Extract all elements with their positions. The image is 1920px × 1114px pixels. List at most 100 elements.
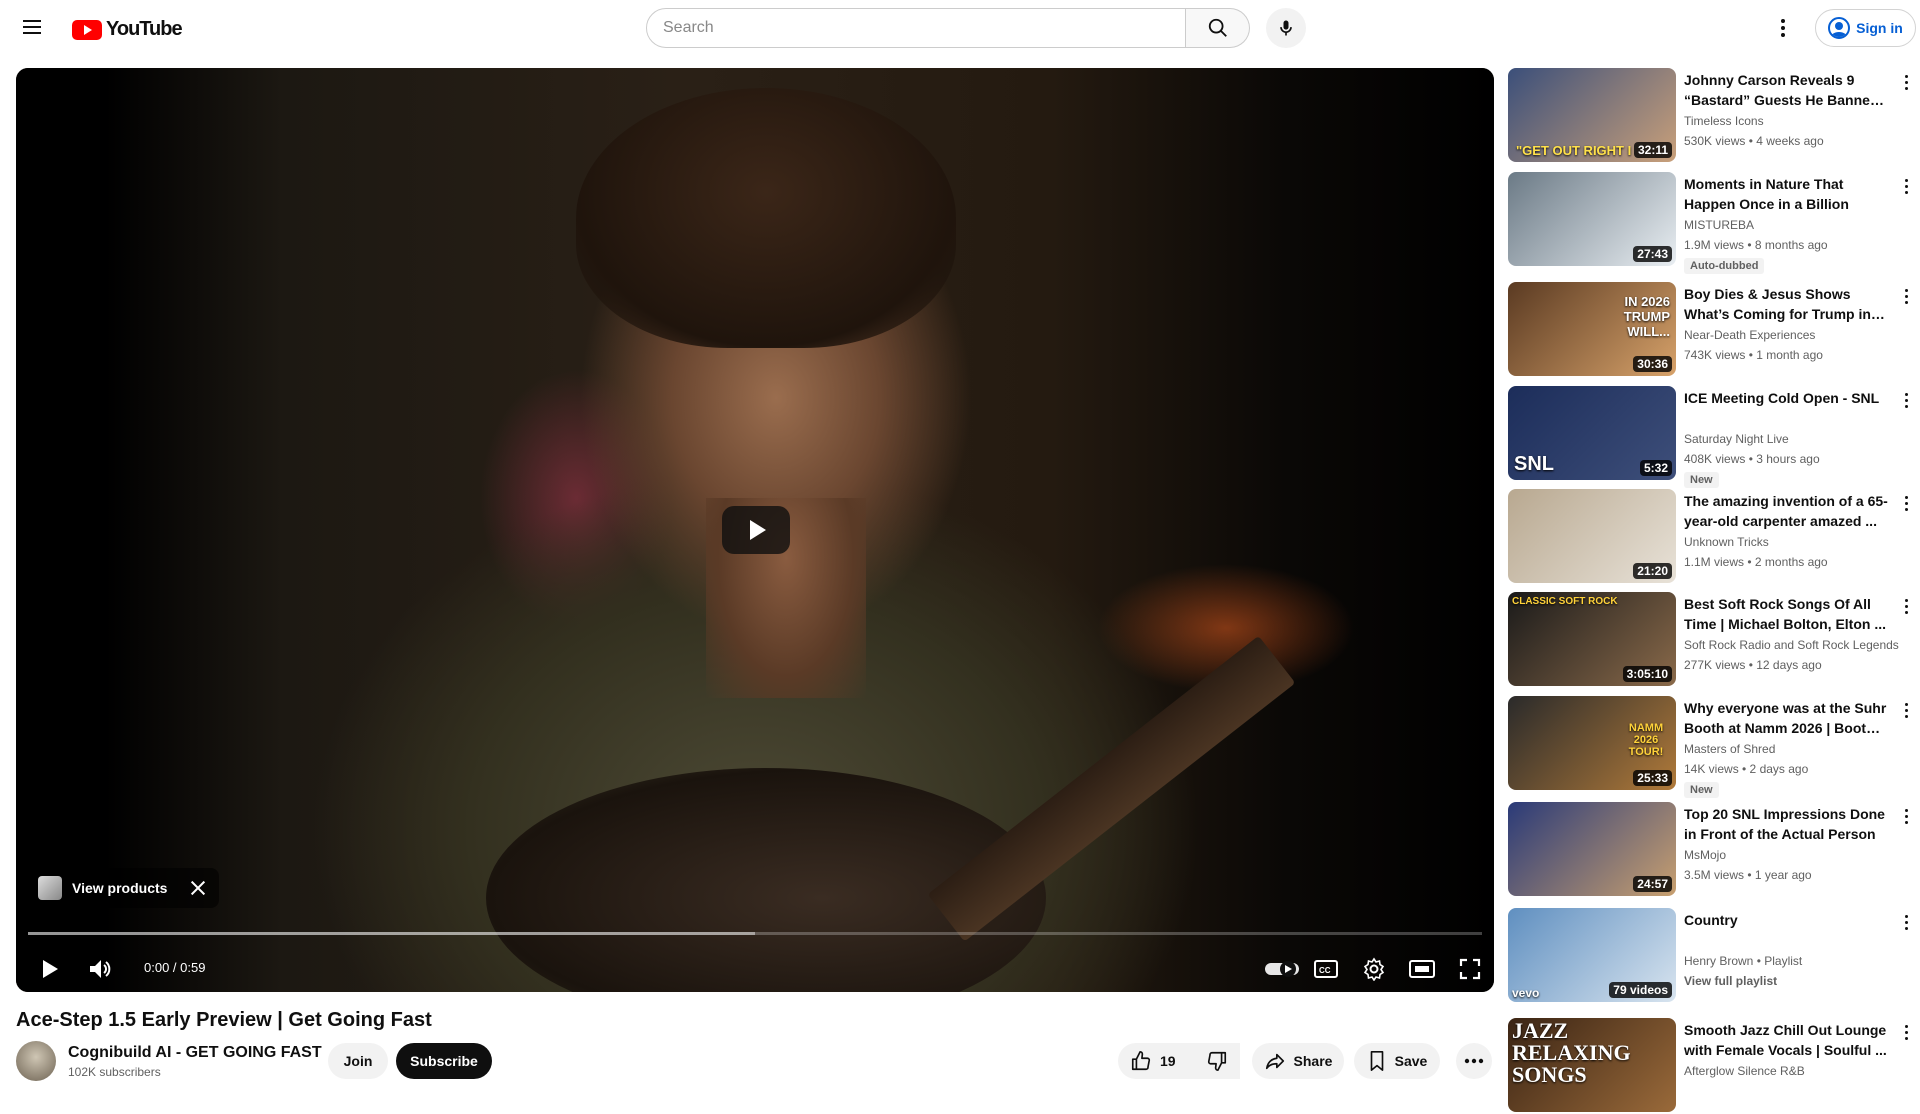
recommended-video[interactable]: 21:20 The amazing invention of a 65-year-… — [1508, 489, 1920, 585]
close-icon[interactable] — [189, 879, 207, 897]
video-thumbnail[interactable]: CLASSIC SOFT ROCK 3:05:10 — [1508, 592, 1676, 686]
duration-badge: 27:43 — [1633, 246, 1672, 262]
share-button[interactable]: Share — [1252, 1043, 1344, 1079]
autoplay-toggle[interactable] — [1260, 946, 1304, 992]
menu-icon[interactable] — [20, 16, 44, 40]
recommended-channel-name[interactable]: MsMojo — [1684, 848, 1726, 862]
duration-badge: 30:36 — [1633, 356, 1672, 372]
search-input[interactable] — [646, 8, 1186, 48]
volume-button[interactable] — [80, 946, 120, 992]
save-button[interactable]: Save — [1354, 1043, 1440, 1079]
dislike-button[interactable] — [1194, 1043, 1240, 1079]
more-vertical-icon[interactable] — [1896, 700, 1916, 720]
recommended-channel-name[interactable]: Unknown Tricks — [1684, 535, 1769, 549]
video-metadata: 1.1M views • 2 months ago — [1684, 555, 1828, 569]
sign-in-button[interactable]: Sign in — [1815, 9, 1916, 47]
duration-badge: 21:20 — [1633, 563, 1672, 579]
recommended-video[interactable]: 24:57 Top 20 SNL Impressions Done in Fron… — [1508, 802, 1920, 898]
theater-mode-button[interactable] — [1402, 946, 1442, 992]
recommended-channel-name[interactable]: Soft Rock Radio and Soft Rock Legends — [1684, 638, 1899, 652]
recommended-video-title[interactable]: Moments in Nature That Happen Once in a … — [1684, 174, 1888, 214]
video-player[interactable]: View products 0:00 / 0:59 CC — [16, 68, 1494, 992]
youtube-logo-icon — [72, 19, 102, 40]
recommended-video[interactable]: NAMM 2026 TOUR! 25:33 Why everyone was at … — [1508, 696, 1920, 798]
view-products-chip[interactable]: View products — [28, 868, 220, 908]
search-button[interactable] — [1186, 8, 1250, 48]
recommended-channel-name[interactable]: Saturday Night Live — [1684, 432, 1789, 446]
autoplay-toggle-icon — [1265, 961, 1299, 977]
video-thumbnail[interactable]: 21:20 — [1508, 489, 1676, 583]
more-vertical-icon[interactable] — [1896, 390, 1916, 410]
video-badge: New — [1684, 782, 1719, 798]
recommended-channel-name[interactable]: Near-Death Experiences — [1684, 328, 1815, 342]
video-thumbnail[interactable]: "GET OUT RIGHT I 32:11 — [1508, 68, 1676, 162]
duration-badge: 32:11 — [1633, 142, 1672, 158]
recommended-video-title[interactable]: Why everyone was at the Suhr Booth at Na… — [1684, 698, 1888, 738]
recommended-channel-name[interactable]: Henry Brown • Playlist — [1684, 954, 1802, 968]
video-metadata: 408K views • 3 hours ago — [1684, 452, 1820, 466]
more-vertical-icon[interactable] — [1896, 493, 1916, 513]
more-vertical-icon[interactable] — [1896, 286, 1916, 306]
captions-icon: CC — [1314, 960, 1338, 978]
more-vertical-icon[interactable] — [1896, 176, 1916, 196]
fullscreen-button[interactable] — [1450, 946, 1490, 992]
bookmark-icon — [1370, 1051, 1383, 1071]
youtube-logo[interactable]: YouTube — [72, 18, 183, 41]
video-thumbnail[interactable]: JAZZ RELAXING SONGS — [1508, 1018, 1676, 1112]
view-products-label: View products — [72, 880, 168, 896]
join-button[interactable]: Join — [328, 1043, 388, 1079]
more-vertical-icon[interactable] — [1896, 1022, 1916, 1042]
more-vertical-icon[interactable] — [1896, 72, 1916, 92]
recommended-channel-name[interactable]: Timeless Icons — [1684, 114, 1764, 128]
captions-button[interactable]: CC — [1306, 946, 1346, 992]
more-vertical-icon[interactable] — [1896, 806, 1916, 826]
video-metadata: 743K views • 1 month ago — [1684, 348, 1823, 362]
recommended-video-title[interactable]: Johnny Carson Reveals 9 “Bastard” Guests… — [1684, 70, 1888, 110]
thumbnail-text: IN 2026 TRUMP WILL... — [1623, 294, 1670, 339]
recommended-video-title[interactable]: Best Soft Rock Songs Of All Time | Micha… — [1684, 594, 1888, 634]
recommended-channel-name[interactable]: Afterglow Silence R&B — [1684, 1064, 1805, 1078]
gear-icon — [1363, 957, 1385, 981]
video-thumbnail[interactable]: vevo 79 videos — [1508, 908, 1676, 1002]
voice-search-button[interactable] — [1266, 8, 1306, 48]
recommended-video[interactable]: IN 2026 TRUMP WILL... 30:36 Boy Dies & Jes… — [1508, 282, 1920, 378]
thumbnail-text: vevo — [1512, 986, 1540, 1000]
recommended-video-title[interactable]: Smooth Jazz Chill Out Lounge with Female… — [1684, 1020, 1888, 1060]
large-play-button[interactable] — [722, 506, 790, 554]
view-playlist-link[interactable]: View full playlist — [1684, 974, 1777, 988]
video-badge: Auto-dubbed — [1684, 258, 1765, 274]
recommended-video-title[interactable]: Boy Dies & Jesus Shows What’s Coming for… — [1684, 284, 1888, 324]
share-label: Share — [1293, 1053, 1333, 1069]
recommended-video-title[interactable]: Top 20 SNL Impressions Done in Front of … — [1684, 804, 1888, 844]
progress-bar[interactable] — [28, 932, 1482, 935]
recommended-channel-name[interactable]: MISTUREBA — [1684, 218, 1754, 232]
recommended-video[interactable]: 27:43 Moments in Nature That Happen Once … — [1508, 172, 1920, 274]
channel-avatar[interactable] — [16, 1041, 56, 1081]
recommended-video[interactable]: "GET OUT RIGHT I 32:11 Johnny Carson Revea… — [1508, 68, 1920, 164]
recommended-video[interactable]: SNL 5:32 ICE Meeting Cold Open - SNL Saturd… — [1508, 386, 1920, 488]
recommended-video[interactable]: JAZZ RELAXING SONGS Smooth Jazz Chill Out… — [1508, 1018, 1920, 1114]
video-thumbnail[interactable]: IN 2026 TRUMP WILL... 30:36 — [1508, 282, 1676, 376]
more-actions-button[interactable] — [1456, 1043, 1492, 1079]
recommended-video-title[interactable]: ICE Meeting Cold Open - SNL — [1684, 388, 1888, 408]
more-vertical-icon[interactable] — [1896, 912, 1916, 932]
more-vertical-icon[interactable] — [1896, 596, 1916, 616]
video-thumbnail[interactable]: NAMM 2026 TOUR! 25:33 — [1508, 696, 1676, 790]
recommended-video-title[interactable]: Country — [1684, 910, 1888, 930]
subscribe-button[interactable]: Subscribe — [396, 1043, 492, 1079]
recommended-video-title[interactable]: The amazing invention of a 65-year-old c… — [1684, 491, 1888, 531]
channel-name[interactable]: Cognibuild AI - GET GOING FAST — [68, 1044, 322, 1062]
recommended-channel-name[interactable]: Masters of Shred — [1684, 742, 1775, 756]
video-thumbnail[interactable]: 24:57 — [1508, 802, 1676, 896]
play-button[interactable] — [30, 946, 70, 992]
settings-button[interactable] — [1354, 946, 1394, 992]
settings-more-icon[interactable] — [1771, 16, 1795, 40]
recommended-video[interactable]: vevo 79 videos Country Henry Brown • Playli… — [1508, 908, 1920, 1004]
play-icon — [43, 960, 58, 978]
video-thumbnail[interactable]: 27:43 — [1508, 172, 1676, 266]
video-badge: New — [1684, 472, 1719, 488]
video-thumbnail[interactable]: SNL 5:32 — [1508, 386, 1676, 480]
search-bar — [646, 8, 1306, 48]
recommended-video[interactable]: CLASSIC SOFT ROCK 3:05:10 Best Soft Rock S… — [1508, 592, 1920, 688]
time-total: 0:59 — [180, 960, 206, 975]
